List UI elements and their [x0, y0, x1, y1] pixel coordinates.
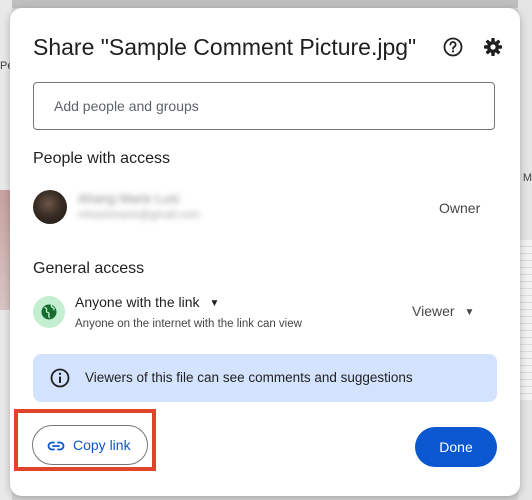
- person-email: mhashmarie@gmail.com: [78, 209, 200, 221]
- info-banner: Viewers of this file can see comments an…: [33, 354, 497, 402]
- dialog-title: Share "Sample Comment Picture.jpg": [33, 34, 417, 60]
- gear-icon[interactable]: [482, 36, 504, 58]
- background-document: [520, 240, 532, 400]
- globe-icon: [33, 296, 65, 328]
- avatar: [33, 190, 67, 224]
- role-label: Viewer: [412, 303, 455, 319]
- background-top: [0, 0, 532, 8]
- info-banner-text: Viewers of this file can see comments an…: [85, 370, 413, 385]
- copy-link-highlight: [14, 409, 156, 471]
- chevron-down-icon: ▼: [209, 298, 220, 309]
- help-icon[interactable]: [442, 36, 464, 58]
- done-button[interactable]: Done: [415, 427, 497, 467]
- info-icon: [49, 367, 71, 394]
- owner-role: Owner: [439, 200, 481, 216]
- chevron-down-icon: ▼: [464, 307, 475, 318]
- add-people-placeholder: Add people and groups: [54, 98, 199, 114]
- role-dropdown[interactable]: Viewer ▼: [412, 303, 474, 319]
- people-with-access-heading: People with access: [33, 150, 170, 167]
- background-right-text: M: [522, 172, 532, 184]
- general-access-type: Anyone with the link: [75, 294, 200, 310]
- general-access-description: Anyone on the internet with the link can…: [75, 318, 302, 330]
- background-right-page: M: [518, 0, 532, 500]
- general-access-heading: General access: [33, 260, 145, 277]
- person-name: Ahang Marie Lusi: [78, 191, 180, 206]
- add-people-input[interactable]: Add people and groups: [33, 82, 495, 130]
- general-access-dropdown[interactable]: Anyone with the link ▼: [75, 294, 219, 310]
